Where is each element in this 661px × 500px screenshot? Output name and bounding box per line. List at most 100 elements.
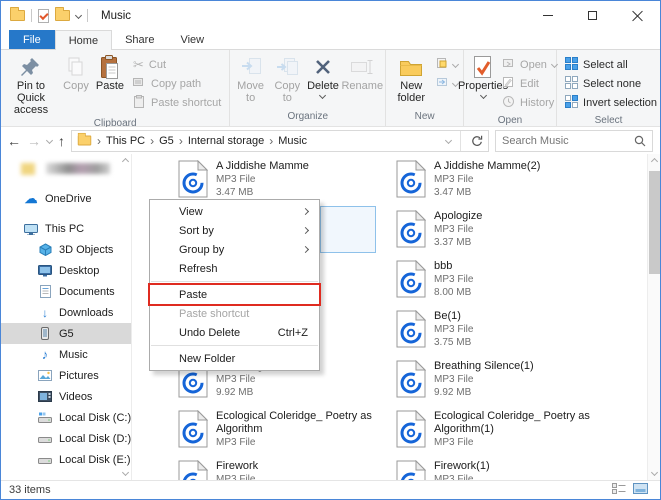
context-menu-item-view[interactable]: View	[150, 202, 319, 221]
select-all-button[interactable]: Select all	[565, 56, 657, 73]
context-menu-item-paste[interactable]: Paste	[150, 285, 319, 304]
context-menu-item-new-folder[interactable]: New Folder	[150, 349, 319, 368]
address-dropdown-chevron-icon[interactable]	[445, 137, 452, 144]
file-name: A Jiddishe Mamme	[216, 160, 384, 173]
file-item[interactable]: ApologizeMP3 File3.37 MB	[396, 208, 614, 258]
sidebar-item-redacted[interactable]	[1, 158, 131, 179]
menu-separator	[151, 345, 318, 346]
redacted-label	[46, 163, 110, 174]
minimize-button[interactable]	[525, 1, 570, 30]
scroll-up-icon[interactable]	[650, 158, 657, 165]
copy-button[interactable]: Copy	[59, 53, 93, 93]
move-to-label: Move to	[234, 80, 267, 104]
properties-button[interactable]: Properties	[466, 53, 500, 99]
breadcrumb[interactable]: › This PC › G5 › Internal storage › Musi…	[71, 130, 489, 152]
invert-selection-button[interactable]: Invert selection	[565, 94, 657, 111]
paste-shortcut-button[interactable]: Paste shortcut	[133, 94, 221, 111]
tab-share[interactable]: Share	[112, 30, 167, 49]
forward-button[interactable]: →	[27, 134, 41, 148]
edit-button[interactable]: Edit	[502, 75, 557, 92]
sidebar-item-music[interactable]: ♪ Music	[1, 344, 131, 365]
sidebar-item-local-disk-d[interactable]: Local Disk (D:)	[1, 428, 131, 449]
file-item[interactable]: Ecological Coleridge_ Poetry as Algorith…	[178, 408, 396, 458]
properties-check-icon[interactable]	[38, 9, 49, 23]
sidebar-item-desktop[interactable]: Desktop	[1, 260, 131, 281]
tab-file[interactable]: File	[9, 30, 55, 49]
rename-button[interactable]: Rename	[340, 53, 384, 93]
breadcrumb-segment-internal-storage[interactable]: Internal storage	[188, 135, 264, 147]
divider	[460, 131, 461, 151]
file-item[interactable]: FireworkMP3 File	[178, 458, 396, 480]
qat-customize-chevron-icon[interactable]	[75, 12, 82, 19]
file-item[interactable]: Breathing Silence(1)MP3 File9.92 MB	[396, 358, 614, 408]
file-item[interactable]: bbbMP3 File8.00 MB	[396, 258, 614, 308]
breadcrumb-segment-g5[interactable]: G5	[159, 135, 174, 147]
file-list-area[interactable]: A Jiddishe MammeMP3 File3.47 MB Breathin…	[132, 154, 660, 480]
close-button[interactable]	[615, 1, 660, 30]
sidebar-item-this-pc[interactable]: This PC	[1, 218, 131, 239]
delete-button[interactable]: Delete	[306, 53, 341, 99]
new-folder-qat-icon[interactable]	[55, 10, 70, 21]
scroll-down-icon[interactable]	[650, 469, 657, 476]
details-view-button[interactable]	[612, 483, 626, 497]
large-icons-view-button[interactable]	[633, 483, 648, 497]
sidebar-scrollbar[interactable]	[119, 154, 131, 480]
context-menu-item-group-by[interactable]: Group by	[150, 240, 319, 259]
context-menu-item-sort-by[interactable]: Sort by	[150, 221, 319, 240]
file-size: 3.75 MB	[434, 336, 602, 349]
paste-shortcut-label: Paste shortcut	[151, 97, 221, 109]
sidebar-item-local-disk-c[interactable]: Local Disk (C:)	[1, 407, 131, 428]
sidebar-item-g5[interactable]: G5	[1, 323, 131, 344]
file-list-scrollbar[interactable]	[647, 154, 660, 480]
new-folder-button[interactable]: New folder	[388, 53, 434, 105]
file-item[interactable]: Be(1)MP3 File3.75 MB	[396, 308, 614, 358]
tab-home[interactable]: Home	[55, 30, 112, 50]
file-item[interactable]: Ecological Coleridge_ Poetry as Algorith…	[396, 408, 614, 458]
sidebar-item-3d-objects[interactable]: 3D Objects	[1, 239, 131, 260]
open-button[interactable]: Open	[502, 56, 557, 73]
new-group-label: New	[386, 110, 463, 126]
up-button[interactable]: ↑	[58, 134, 65, 148]
breadcrumb-segment-music[interactable]: Music	[278, 135, 307, 147]
sidebar-item-label: Desktop	[59, 265, 99, 277]
close-icon	[632, 10, 643, 21]
file-item[interactable]: Firework(1)MP3 File	[396, 458, 614, 480]
context-menu-item-refresh[interactable]: Refresh	[150, 259, 319, 278]
scroll-down-icon[interactable]	[121, 469, 128, 476]
maximize-button[interactable]	[570, 1, 615, 30]
breadcrumb-segment-this-pc[interactable]: This PC	[106, 135, 145, 147]
easy-access-button[interactable]	[436, 75, 458, 92]
sidebar-item-pictures[interactable]: Pictures	[1, 365, 131, 386]
refresh-button[interactable]	[466, 135, 488, 147]
search-box[interactable]	[495, 130, 653, 152]
sidebar-item-network[interactable]: Network	[1, 479, 131, 480]
move-to-button[interactable]: Move to	[232, 53, 269, 105]
history-button[interactable]: History	[502, 94, 557, 111]
copy-path-button[interactable]: Copy path	[133, 75, 221, 92]
context-menu-item-undo-delete[interactable]: Undo Delete Ctrl+Z	[150, 323, 319, 342]
cut-button[interactable]: ✂ Cut	[133, 56, 221, 73]
sidebar-item-videos[interactable]: Videos	[1, 386, 131, 407]
recent-locations-chevron-icon[interactable]	[46, 137, 53, 144]
sidebar-item-downloads[interactable]: ↓ Downloads	[1, 302, 131, 323]
select-none-button[interactable]: Select none	[565, 75, 657, 92]
new-item-button[interactable]	[436, 56, 458, 73]
file-name: Apologize	[434, 210, 602, 223]
tab-view[interactable]: View	[167, 30, 217, 49]
context-menu: View Sort by Group by Refresh Paste	[149, 199, 320, 371]
rename-label: Rename	[341, 80, 383, 92]
file-item[interactable]: A Jiddishe Mamme(2)MP3 File3.47 MB	[396, 158, 614, 208]
copy-to-button[interactable]: Copy to	[269, 53, 306, 105]
paste-button[interactable]: Paste	[93, 53, 127, 93]
pin-to-quick-access-button[interactable]: Pin to Quick access	[3, 53, 59, 117]
scrollbar-thumb[interactable]	[649, 171, 660, 274]
sidebar-item-local-disk-e[interactable]: Local Disk (E:)	[1, 449, 131, 470]
back-button[interactable]: ←	[7, 134, 21, 148]
search-input[interactable]	[502, 135, 634, 147]
sidebar-item-documents[interactable]: Documents	[1, 281, 131, 302]
refresh-icon	[471, 135, 483, 147]
scroll-up-icon[interactable]	[121, 158, 128, 165]
context-menu-item-paste-shortcut[interactable]: Paste shortcut	[150, 304, 319, 323]
sidebar-item-onedrive[interactable]: ☁ OneDrive	[1, 188, 131, 209]
menu-item-label: Paste shortcut	[179, 308, 249, 320]
